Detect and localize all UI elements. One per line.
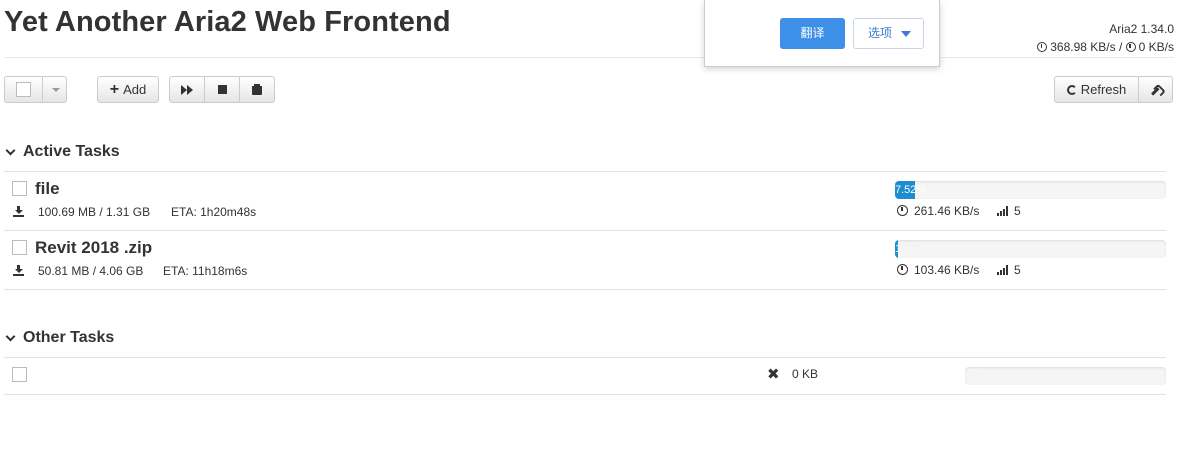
task-connections: 5: [1014, 263, 1021, 277]
forward-icon: [187, 84, 193, 95]
global-speed: 368.98 KB/s / 0 KB/s: [1037, 40, 1174, 54]
chevron-down-icon: [5, 145, 16, 155]
download-speed-icon: [1037, 42, 1048, 52]
caret-down-icon[interactable]: [52, 88, 60, 92]
speed-separator: /: [1118, 40, 1123, 54]
task-size: 100.69 MB / 1.31 GB: [38, 205, 151, 219]
page-title: Yet Another Aria2 Web Frontend: [4, 6, 451, 38]
aria2-version: Aria2 1.34.0: [1109, 22, 1174, 36]
active-tasks-header[interactable]: Active Tasks: [5, 143, 120, 161]
refresh-icon: [1066, 84, 1077, 95]
task-action-group: [169, 76, 275, 103]
section-divider: [4, 357, 1166, 358]
task-name: Revit 2018 .zip: [35, 238, 153, 257]
progress-bar: 1.22%: [895, 240, 1166, 258]
plus-icon: +: [109, 80, 120, 98]
task-checkbox[interactable]: [12, 240, 27, 255]
task-connections: 5: [1014, 204, 1021, 218]
start-button[interactable]: [170, 77, 205, 102]
row-divider: [4, 230, 1166, 231]
download-icon-base: [13, 274, 24, 276]
global-upload-speed: 0 KB/s: [1138, 40, 1174, 54]
translate-popup: 翻译 选项: [704, 0, 940, 67]
remove-button[interactable]: [240, 77, 274, 102]
translate-button[interactable]: 翻译: [780, 18, 845, 49]
progress-bar: 0%: [965, 367, 1166, 385]
task-eta: ETA: 1h20m48s: [171, 205, 257, 219]
signal-icon: [997, 265, 1008, 275]
task-speed: 103.46 KB/s: [914, 263, 980, 277]
trash-icon: [252, 84, 262, 95]
task-checkbox[interactable]: [12, 367, 27, 382]
translate-options-dropdown[interactable]: 选项: [853, 18, 924, 49]
upload-speed-icon: [1125, 42, 1136, 52]
other-tasks-header[interactable]: Other Tasks: [5, 329, 114, 347]
signal-icon: [997, 206, 1008, 216]
task-name: file: [35, 179, 60, 198]
section-divider: [4, 171, 1166, 172]
translate-options-label: 选项: [868, 26, 893, 40]
progress-label: 1.22%: [895, 243, 927, 255]
refresh-button[interactable]: Refresh: [1054, 76, 1139, 103]
error-x-icon: ✖: [767, 366, 780, 383]
download-icon-base: [13, 215, 24, 217]
row-divider: [4, 394, 1166, 395]
task-eta: ETA: 11h18m6s: [163, 264, 248, 278]
wrench-icon: [1147, 81, 1164, 98]
chevron-down-icon: [5, 331, 16, 341]
other-tasks-title: Other Tasks: [23, 329, 115, 346]
header-divider: [4, 57, 1174, 58]
task-size: 0 KB: [792, 367, 819, 381]
select-all-dropdown[interactable]: [4, 76, 67, 103]
settings-button[interactable]: [1138, 76, 1173, 103]
global-download-speed: 368.98 KB/s: [1050, 40, 1116, 54]
stop-icon: [217, 85, 227, 94]
refresh-label: Refresh: [1080, 82, 1127, 97]
task-checkbox[interactable]: [12, 181, 27, 196]
add-label: Add: [123, 82, 147, 97]
stop-button[interactable]: [205, 77, 240, 102]
task-size: 50.81 MB / 4.06 GB: [38, 264, 144, 278]
progress-label: 7.52%: [895, 184, 927, 196]
select-divider: [42, 77, 43, 102]
progress-label: 0%: [965, 370, 981, 382]
progress-bar: 7.52%: [895, 181, 1166, 199]
row-divider: [4, 289, 1166, 290]
add-task-button[interactable]: + Add: [97, 76, 159, 103]
caret-down-icon: [901, 31, 911, 37]
speed-icon: [897, 205, 908, 216]
task-speed: 261.46 KB/s: [914, 204, 980, 218]
speed-icon: [897, 264, 908, 275]
select-all-checkbox[interactable]: [16, 82, 31, 97]
active-tasks-title: Active Tasks: [23, 143, 120, 160]
